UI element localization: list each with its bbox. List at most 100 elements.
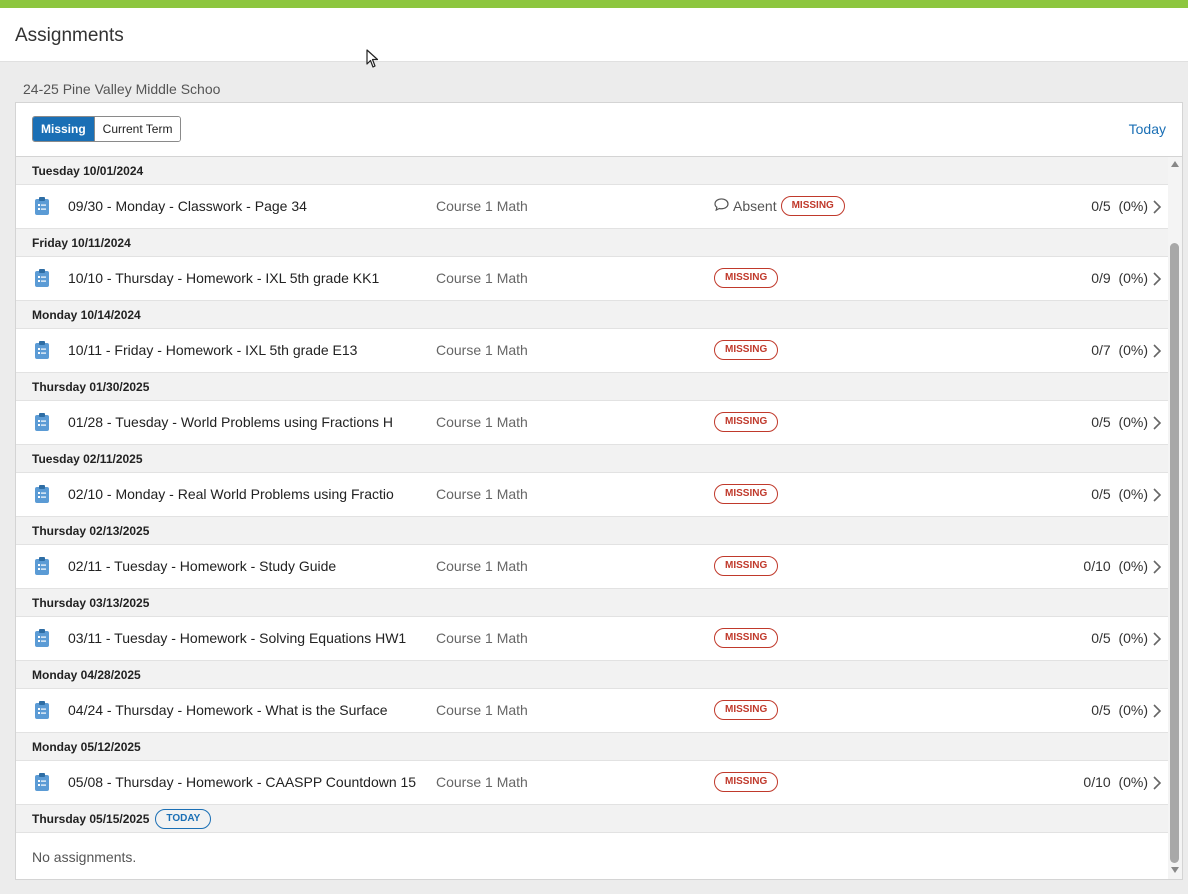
clipboard-icon [34, 268, 50, 288]
clipboard-icon [34, 196, 50, 216]
chevron-right-icon[interactable] [1152, 415, 1162, 431]
course-name: Course 1 Math [436, 414, 528, 430]
assignment-row[interactable]: 02/10 - Monday - Real World Problems usi… [16, 473, 1168, 517]
assignment-row[interactable]: 04/24 - Thursday - Homework - What is th… [16, 689, 1168, 733]
score: 0/5 (0%) [1091, 702, 1148, 718]
comment-icon [714, 198, 733, 214]
date-label: Monday 04/28/2025 [32, 667, 141, 682]
score-percent: (0%) [1118, 774, 1148, 790]
empty-message: No assignments. [16, 833, 1168, 879]
filter-toggle: Missing Current Term [32, 116, 182, 142]
chevron-right-icon[interactable] [1152, 559, 1162, 575]
chevron-right-icon[interactable] [1152, 199, 1162, 215]
date-header: Monday 04/28/2025 [16, 661, 1168, 689]
status-cell: Absent MISSING [714, 196, 845, 216]
absent-indicator: Absent [714, 198, 777, 214]
chevron-right-icon[interactable] [1152, 631, 1162, 647]
score-value: 0/10 [1083, 774, 1111, 790]
date-header: Friday 10/11/2024 [16, 229, 1168, 257]
assignment-name[interactable]: 02/11 - Tuesday - Homework - Study Guide [68, 558, 336, 574]
status-cell: MISSING [714, 700, 779, 720]
today-link[interactable]: Today [1129, 121, 1166, 137]
assignment-name[interactable]: 10/11 - Friday - Homework - IXL 5th grad… [68, 342, 357, 358]
date-header: Tuesday 02/11/2025 [16, 445, 1168, 473]
chevron-right-icon[interactable] [1152, 271, 1162, 287]
assignment-row[interactable]: 01/28 - Tuesday - World Problems using F… [16, 401, 1168, 445]
page-title: Assignments [15, 25, 124, 46]
score-value: 0/5 [1091, 702, 1111, 718]
score: 0/5 (0%) [1091, 414, 1148, 430]
date-label: Thursday 02/13/2025 [32, 523, 150, 538]
clipboard-icon [34, 556, 50, 576]
assignment-row[interactable]: 10/11 - Friday - Homework - IXL 5th grad… [16, 329, 1168, 373]
score: 0/9 (0%) [1091, 270, 1148, 286]
course-name: Course 1 Math [436, 486, 528, 502]
assignment-row[interactable]: 05/08 - Thursday - Homework - CAASPP Cou… [16, 761, 1168, 805]
assignment-name[interactable]: 09/30 - Monday - Classwork - Page 34 [68, 198, 307, 214]
status-cell: MISSING [714, 412, 779, 432]
score: 0/10 (0%) [1083, 558, 1148, 574]
date-label: Thursday 05/15/2025 [32, 811, 150, 826]
assignment-name[interactable]: 02/10 - Monday - Real World Problems usi… [68, 486, 394, 502]
score-value: 0/5 [1091, 486, 1111, 502]
status-cell: MISSING [714, 268, 779, 288]
clipboard-icon [34, 484, 50, 504]
date-label: Tuesday 02/11/2025 [32, 451, 143, 466]
assignment-name[interactable]: 03/11 - Tuesday - Homework - Solving Equ… [68, 630, 406, 646]
status-cell: MISSING [714, 484, 779, 504]
status-cell: MISSING [714, 340, 779, 360]
assignment-name[interactable]: 01/28 - Tuesday - World Problems using F… [68, 414, 393, 430]
date-label: Monday 05/12/2025 [32, 739, 141, 754]
school-name: 24-25 Pine Valley Middle Schoo [23, 81, 221, 97]
missing-badge: MISSING [714, 556, 779, 576]
scroll-thumb[interactable] [1170, 243, 1179, 863]
score-value: 0/5 [1091, 414, 1111, 430]
chevron-right-icon[interactable] [1152, 775, 1162, 791]
score-percent: (0%) [1118, 198, 1148, 214]
status-cell: MISSING [714, 772, 779, 792]
scrollbar[interactable] [1168, 157, 1182, 879]
score-percent: (0%) [1118, 414, 1148, 430]
assignment-name[interactable]: 05/08 - Thursday - Homework - CAASPP Cou… [68, 774, 416, 790]
course-name: Course 1 Math [436, 702, 528, 718]
scroll-up-arrow-icon[interactable] [1171, 161, 1179, 167]
date-label: Thursday 01/30/2025 [32, 379, 150, 394]
assignments-panel: Missing Current Term Today Tuesday 10/01… [15, 102, 1183, 880]
assignment-row[interactable]: 09/30 - Monday - Classwork - Page 34 Cour… [16, 185, 1168, 229]
score: 0/5 (0%) [1091, 630, 1148, 646]
tab-missing[interactable]: Missing [33, 117, 94, 141]
score-percent: (0%) [1118, 486, 1148, 502]
missing-badge: MISSING [780, 196, 845, 216]
missing-badge: MISSING [714, 628, 779, 648]
missing-badge: MISSING [714, 412, 779, 432]
course-name: Course 1 Math [436, 270, 528, 286]
clipboard-icon [34, 772, 50, 792]
date-label: Thursday 03/13/2025 [32, 595, 150, 610]
status-cell: MISSING [714, 628, 779, 648]
clipboard-icon [34, 340, 50, 360]
score: 0/5 (0%) [1091, 486, 1148, 502]
score-percent: (0%) [1118, 558, 1148, 574]
missing-badge: MISSING [714, 700, 779, 720]
assignment-list: Tuesday 10/01/2024 09/30 - Monday - Class… [16, 157, 1168, 879]
score: 0/5 (0%) [1091, 198, 1148, 214]
chevron-right-icon[interactable] [1152, 343, 1162, 359]
tab-current-term[interactable]: Current Term [93, 117, 181, 141]
assignment-name[interactable]: 04/24 - Thursday - Homework - What is th… [68, 702, 388, 718]
assignment-row[interactable]: 10/10 - Thursday - Homework - IXL 5th gr… [16, 257, 1168, 301]
chevron-right-icon[interactable] [1152, 487, 1162, 503]
assignment-name[interactable]: 10/10 - Thursday - Homework - IXL 5th gr… [68, 270, 379, 286]
status-cell: MISSING [714, 556, 779, 576]
missing-badge: MISSING [714, 772, 779, 792]
date-header: Monday 10/14/2024 [16, 301, 1168, 329]
score-value: 0/10 [1083, 558, 1111, 574]
date-header: Thursday 02/13/2025 [16, 517, 1168, 545]
score: 0/10 (0%) [1083, 774, 1148, 790]
date-label: Tuesday 10/01/2024 [32, 163, 144, 178]
panel-toolbar: Missing Current Term Today [16, 103, 1182, 157]
assignment-row[interactable]: 02/11 - Tuesday - Homework - Study Guide… [16, 545, 1168, 589]
absent-label: Absent [733, 198, 777, 214]
assignment-row[interactable]: 03/11 - Tuesday - Homework - Solving Equ… [16, 617, 1168, 661]
chevron-right-icon[interactable] [1152, 703, 1162, 719]
scroll-down-arrow-icon[interactable] [1171, 867, 1179, 873]
